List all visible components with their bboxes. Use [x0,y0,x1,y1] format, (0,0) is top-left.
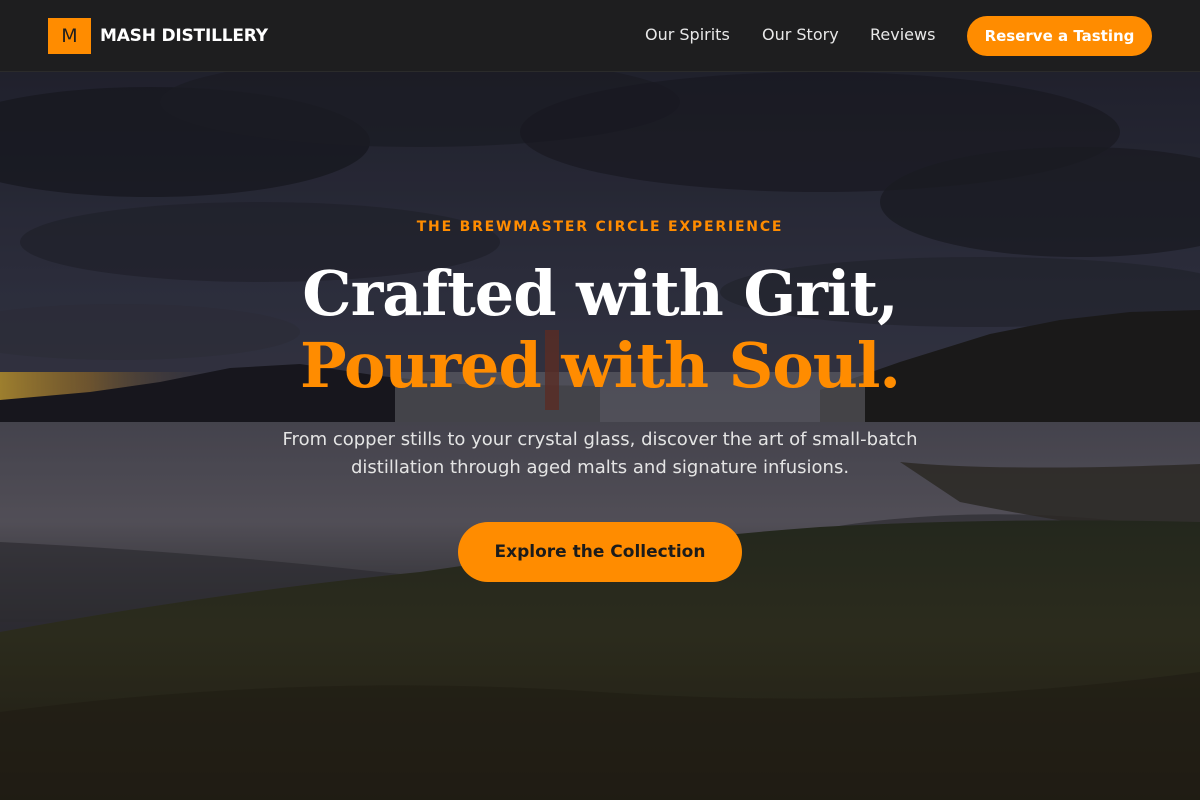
reserve-tasting-button[interactable]: Reserve a Tasting [967,16,1152,56]
logo-mark: M [48,18,91,54]
brand-logo-link[interactable]: M MASH DISTILLERY [48,18,268,54]
nav-link-our-story[interactable]: Our Story [762,24,839,46]
top-navigation-bar: M MASH DISTILLERY Our Spirits Our Story … [0,0,1200,72]
brand-name: MASH DISTILLERY [100,26,268,46]
headline-line-1: Crafted with Grit, [302,257,899,330]
hero-subtext: From copper stills to your crystal glass… [282,429,918,478]
nav-link-our-spirits[interactable]: Our Spirits [645,24,730,46]
hero-eyebrow: THE BREWMASTER CIRCLE EXPERIENCE [416,219,784,235]
hero-headline: Crafted with Grit, Poured with Soul. [0,258,1200,402]
headline-line-2: Poured with Soul. [299,329,901,402]
nav-link-reviews[interactable]: Reviews [870,24,935,46]
explore-collection-button[interactable]: Explore the Collection [458,522,742,582]
